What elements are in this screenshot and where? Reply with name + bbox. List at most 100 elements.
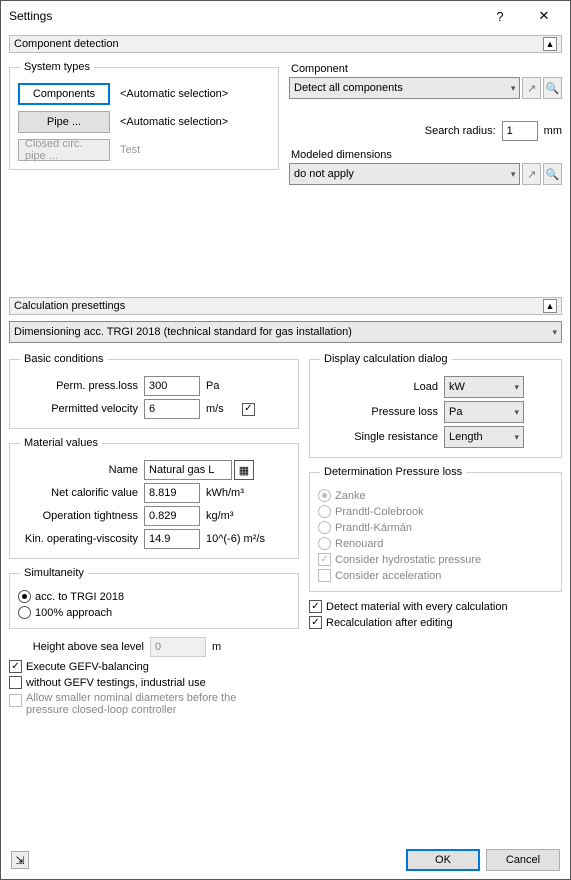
renouard-label: Renouard	[335, 538, 383, 550]
load-select[interactable]: kW▾	[444, 376, 524, 398]
component-select-value: Detect all components	[294, 82, 403, 94]
modeled-dimensions-value: do not apply	[294, 168, 354, 180]
load-label: Load	[318, 381, 438, 393]
trgi-radio[interactable]	[18, 590, 31, 603]
tightness-input[interactable]: 0.829	[144, 506, 200, 526]
closed-pipe-note: Test	[120, 144, 140, 156]
tightness-unit: kg/m³	[206, 510, 234, 522]
component-detection-header[interactable]: Component detection ▲	[9, 35, 562, 53]
determination-group: Determination Pressure loss Zanke Prandt…	[309, 466, 562, 592]
material-name-label: Name	[18, 464, 138, 476]
calculation-presettings-header[interactable]: Calculation presettings ▲	[9, 297, 562, 315]
net-calorific-unit: kWh/m³	[206, 487, 244, 499]
modeled-dimensions-select[interactable]: do not apply▾	[289, 163, 520, 185]
basic-conditions-legend: Basic conditions	[20, 353, 108, 365]
press-loss-label: Pressure loss	[318, 406, 438, 418]
component-detection-label: Component detection	[14, 38, 543, 50]
window-title: Settings	[9, 9, 478, 23]
ok-button[interactable]: OK	[406, 849, 480, 871]
prandtl-colebrook-label: Prandtl-Colebrook	[335, 506, 424, 518]
table-icon[interactable]: ▦	[234, 460, 254, 480]
prandtl-karman-radio	[318, 521, 331, 534]
acceleration-checkbox	[318, 569, 331, 582]
simultaneity-group: Simultaneity acc. to TRGI 2018 100% appr…	[9, 567, 299, 629]
full-radio[interactable]	[18, 606, 31, 619]
search-radius-label: Search radius:	[425, 125, 496, 137]
gefv-label: Execute GEFV-balancing	[26, 661, 149, 673]
recalc-checkbox[interactable]	[309, 616, 322, 629]
perm-vel-input[interactable]: 6	[144, 399, 200, 419]
height-unit: m	[212, 641, 221, 653]
renouard-radio	[318, 537, 331, 550]
smaller-diameters-checkbox	[9, 694, 22, 707]
prandtl-karman-label: Prandtl-Kármán	[335, 522, 412, 534]
pick-icon: ↗	[522, 77, 541, 99]
press-loss-value: Pa	[449, 406, 462, 418]
recalc-label: Recalculation after editing	[326, 617, 453, 629]
close-button[interactable]: ✕	[522, 2, 566, 30]
collapse-icon[interactable]: ▲	[543, 37, 557, 51]
height-input: 0	[150, 637, 206, 657]
viscosity-input[interactable]: 14.9	[144, 529, 200, 549]
single-res-select[interactable]: Length▾	[444, 426, 524, 448]
perm-press-input[interactable]: 300	[144, 376, 200, 396]
trgi-label: acc. to TRGI 2018	[35, 591, 124, 603]
hydrostatic-label: Consider hydrostatic pressure	[335, 554, 481, 566]
components-note: <Automatic selection>	[120, 88, 228, 100]
height-label: Height above sea level	[9, 641, 144, 653]
dimensioning-select[interactable]: Dimensioning acc. TRGI 2018 (technical s…	[9, 321, 562, 343]
display-dialog-group: Display calculation dialog Load kW▾ Pres…	[309, 353, 562, 458]
perm-press-unit: Pa	[206, 380, 219, 392]
system-types-group: System types Components <Automatic selec…	[9, 61, 279, 170]
detect-material-label: Detect material with every calculation	[326, 601, 508, 613]
tightness-label: Operation tightness	[18, 510, 138, 522]
components-button[interactable]: Components	[18, 83, 110, 105]
smaller-diameters-label: Allow smaller nominal diameters before t…	[26, 692, 256, 716]
zanke-radio	[318, 489, 331, 502]
single-res-label: Single resistance	[318, 431, 438, 443]
help-button[interactable]: ?	[478, 2, 522, 30]
perm-vel-label: Permitted velocity	[18, 403, 138, 415]
single-res-value: Length	[449, 431, 483, 443]
perm-press-label: Perm. press.loss	[18, 380, 138, 392]
component-select[interactable]: Detect all components▾	[289, 77, 520, 99]
search-radius-unit: mm	[544, 125, 562, 137]
pick-icon-2: ↗	[522, 163, 541, 185]
closed-pipe-button: Closed circ. pipe ...	[18, 139, 110, 161]
pin-icon[interactable]: ⇲	[11, 851, 29, 869]
perm-vel-checkbox[interactable]	[242, 403, 255, 416]
basic-conditions-group: Basic conditions Perm. press.loss 300 Pa…	[9, 353, 299, 429]
component-label: Component	[291, 63, 562, 75]
collapse-icon-2[interactable]: ▲	[543, 299, 557, 313]
net-calorific-label: Net calorific value	[18, 487, 138, 499]
zanke-label: Zanke	[335, 490, 366, 502]
gefv-checkbox[interactable]	[9, 660, 22, 673]
search-icon-2: 🔍	[543, 163, 562, 185]
viscosity-label: Kin. operating-viscosity	[18, 533, 138, 545]
pipe-button[interactable]: Pipe ...	[18, 111, 110, 133]
material-values-legend: Material values	[20, 437, 102, 449]
hydrostatic-checkbox	[318, 553, 331, 566]
without-gefv-checkbox[interactable]	[9, 676, 22, 689]
full-label: 100% approach	[35, 607, 112, 619]
system-types-legend: System types	[20, 61, 94, 73]
net-calorific-input[interactable]: 8.819	[144, 483, 200, 503]
prandtl-colebrook-radio	[318, 505, 331, 518]
display-dialog-legend: Display calculation dialog	[320, 353, 452, 365]
press-loss-select[interactable]: Pa▾	[444, 401, 524, 423]
pipe-note: <Automatic selection>	[120, 116, 228, 128]
load-value: kW	[449, 381, 465, 393]
calculation-presettings-label: Calculation presettings	[14, 300, 543, 312]
cancel-button[interactable]: Cancel	[486, 849, 560, 871]
material-values-group: Material values Name Natural gas L ▦ Net…	[9, 437, 299, 559]
detect-material-checkbox[interactable]	[309, 600, 322, 613]
material-name-input[interactable]: Natural gas L	[144, 460, 232, 480]
without-gefv-label: without GEFV testings, industrial use	[26, 677, 206, 689]
search-radius-input[interactable]: 1	[502, 121, 538, 141]
determination-legend: Determination Pressure loss	[320, 466, 466, 478]
viscosity-unit: 10^(-6) m²/s	[206, 533, 265, 545]
dimensioning-value: Dimensioning acc. TRGI 2018 (technical s…	[14, 326, 352, 338]
search-icon: 🔍	[543, 77, 562, 99]
acceleration-label: Consider acceleration	[335, 570, 441, 582]
simultaneity-legend: Simultaneity	[20, 567, 88, 579]
